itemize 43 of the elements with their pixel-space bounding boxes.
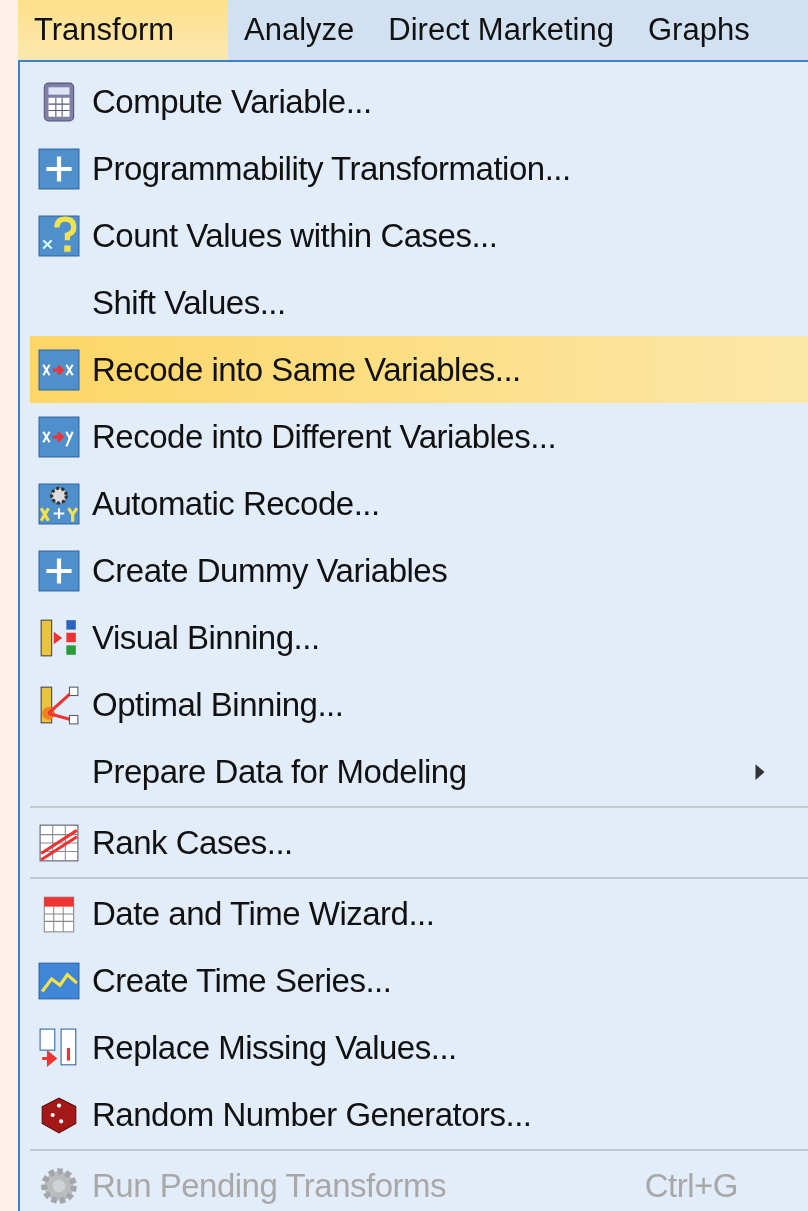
menu-item-label: Compute Variable...: [92, 82, 373, 121]
menu-item-label: Recode into Different Variables...: [92, 417, 558, 456]
menu-item[interactable]: Compute Variable...: [30, 68, 808, 135]
menu-item[interactable]: Programmability Transformation...: [30, 135, 808, 202]
plus-icon: [38, 147, 80, 190]
menu-item-label: Run Pending Transforms: [92, 1166, 447, 1205]
plus-icon: [38, 549, 80, 592]
menu-item[interactable]: Create Time Series...: [30, 947, 808, 1014]
menu-item-label: Automatic Recode...: [92, 484, 381, 523]
menu-item[interactable]: Visual Binning...: [30, 604, 808, 671]
menu-item-label: Visual Binning...: [92, 618, 321, 657]
menu-item-label: Recode into Same Variables...: [92, 350, 522, 389]
menu-item-label: Count Values within Cases...: [92, 216, 499, 255]
submenu-arrow-icon: [754, 762, 766, 781]
menu-item-label: Create Time Series...: [92, 961, 393, 1000]
menu-bar-item[interactable]: Analyze: [228, 0, 373, 60]
menu-item-label: Optimal Binning...: [92, 685, 345, 724]
menu-item-label: Replace Missing Values...: [92, 1028, 458, 1067]
gear-icon: [38, 482, 80, 525]
menu-item[interactable]: Random Number Generators...: [30, 1081, 808, 1148]
menu-item-label: Shift Values...: [92, 283, 287, 322]
menu-item-label: Date and Time Wizard...: [92, 894, 436, 933]
question-mark-icon: [38, 214, 80, 257]
menu-item[interactable]: Rank Cases...: [30, 809, 808, 876]
menu-item[interactable]: Replace Missing Values...: [30, 1014, 808, 1081]
menu-bar-item[interactable]: Transform: [18, 0, 228, 60]
menu-item-label: Prepare Data for Modeling: [92, 752, 468, 791]
menu-item[interactable]: Recode into Different Variables...: [30, 403, 808, 470]
menu-item-label: Create Dummy Variables: [92, 551, 449, 590]
menu-item-label: Programmability Transformation...: [92, 149, 572, 188]
menu-item[interactable]: Count Values within Cases...: [30, 202, 808, 269]
menu-item[interactable]: Recode into Same Variables...: [30, 336, 808, 403]
menu-item[interactable]: Create Dummy Variables: [30, 537, 808, 604]
menu-item[interactable]: Optimal Binning...: [30, 671, 808, 738]
menu-bar-item[interactable]: Graphs: [632, 0, 768, 60]
menu-item-label: Rank Cases...: [92, 823, 294, 862]
menu-bar-item[interactable]: Direct Marketing: [372, 0, 632, 60]
menu-item[interactable]: Automatic Recode...: [30, 470, 808, 537]
menu-item[interactable]: Date and Time Wizard...: [30, 880, 808, 947]
menu-item-label: Random Number Generators...: [92, 1095, 533, 1134]
menu-item[interactable]: Shift Values...: [30, 269, 808, 336]
shortcut-label: Ctrl+G: [644, 1166, 738, 1205]
menu-item[interactable]: Prepare Data for Modeling: [30, 738, 808, 805]
